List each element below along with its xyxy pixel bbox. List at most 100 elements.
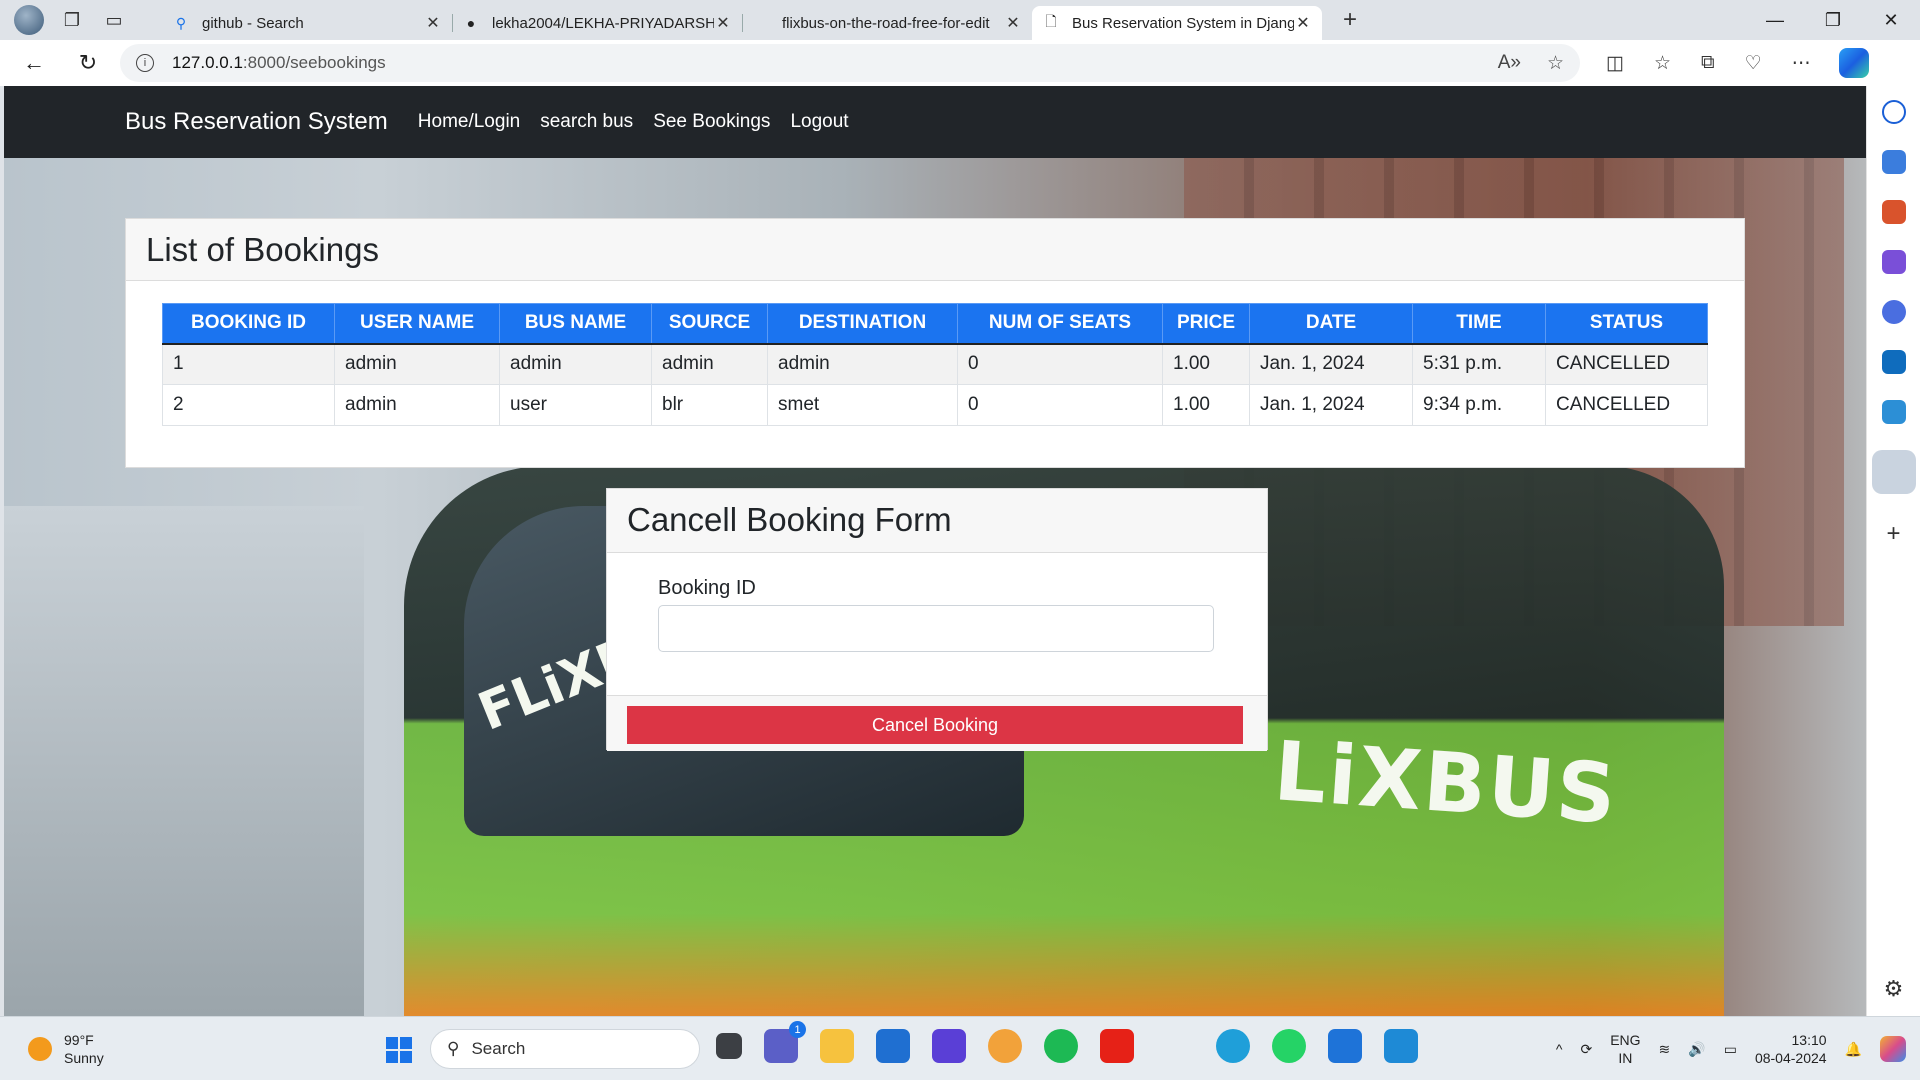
refresh-icon[interactable]: ↻ — [68, 43, 108, 83]
cell-source: blr — [651, 384, 768, 426]
region-code: IN — [1618, 1050, 1633, 1066]
sidebar-drop-icon[interactable] — [1871, 450, 1916, 494]
cell-booking-id: 2 — [162, 384, 335, 426]
language-indicator[interactable]: ENG IN — [1610, 1031, 1640, 1067]
site-navbar: Bus Reservation System Home/Login search… — [4, 86, 1866, 158]
column-header: PRICE — [1162, 303, 1250, 345]
sidebar-shopping-icon[interactable] — [1881, 150, 1906, 174]
sidebar-settings-icon[interactable]: ⚙ — [1884, 976, 1904, 1002]
new-tab-icon[interactable]: + — [1330, 6, 1370, 34]
clock-date: 08-04-2024 — [1754, 1050, 1827, 1066]
cell-status: CANCELLED — [1545, 384, 1708, 426]
taskbar-search-label: Search — [471, 1039, 526, 1058]
sidebar-outlook-icon[interactable] — [1881, 350, 1906, 374]
split-screen-icon[interactable]: ◫ — [1606, 52, 1624, 75]
tab-actions-icon[interactable]: ▭ — [100, 6, 128, 34]
column-header: STATUS — [1545, 303, 1708, 345]
image-icon — [752, 14, 770, 32]
sidebar-search-icon[interactable] — [1881, 100, 1906, 124]
taskbar-search[interactable]: ⚲ Search — [430, 1029, 700, 1069]
bookings-title: List of Bookings — [126, 219, 1744, 281]
pinned-apps: 1 — [716, 1021, 1418, 1063]
background-building-left — [4, 506, 364, 1016]
close-tab-icon[interactable]: ✕ — [1294, 13, 1312, 33]
favorite-star-icon[interactable]: ☆ — [1547, 52, 1564, 75]
profile-avatar[interactable] — [14, 5, 44, 35]
browser-essentials-icon[interactable]: ♡ — [1745, 52, 1762, 75]
collections-icon[interactable]: ⧉ — [1701, 52, 1715, 75]
nav-link-home-login[interactable]: Home/Login — [418, 111, 520, 133]
workspaces-icon[interactable]: ❐ — [58, 6, 86, 34]
mail-icon[interactable] — [1328, 1029, 1362, 1063]
microsoft-store-icon[interactable] — [876, 1029, 910, 1063]
task-view-icon[interactable] — [716, 1033, 742, 1059]
cancel-form-body: Booking ID — [607, 553, 1267, 695]
site-brand[interactable]: Bus Reservation System — [125, 108, 388, 136]
browser-tab-github-repo[interactable]: ● lekha2004/LEKHA-PRIYADARSHINI ✕ — [452, 6, 742, 40]
wifi-icon[interactable]: ≋ — [1659, 1041, 1671, 1058]
site-info-icon[interactable]: i — [136, 54, 154, 72]
sidebar-games-icon[interactable] — [1881, 250, 1906, 274]
sidebar-tools-icon[interactable] — [1881, 200, 1906, 224]
close-window-icon[interactable]: ✕ — [1862, 10, 1920, 31]
sync-icon[interactable]: ⟳ — [1580, 1041, 1592, 1058]
cell-price: 1.00 — [1162, 343, 1250, 385]
tab-title: flixbus-on-the-road-free-for-edit — [782, 14, 990, 32]
weather-widget[interactable]: 99°F Sunny — [28, 1031, 104, 1067]
teams-icon[interactable]: 1 — [764, 1021, 806, 1063]
sidebar-microsoft365-icon[interactable] — [1881, 300, 1906, 324]
windows-start-icon[interactable] — [386, 1037, 412, 1063]
cell-source: admin — [651, 343, 768, 385]
favorites-icon[interactable]: ☆ — [1654, 52, 1671, 75]
read-aloud-icon[interactable]: A» — [1498, 52, 1521, 75]
youtube-icon[interactable] — [1100, 1029, 1134, 1063]
browser-tab-github-search[interactable]: ⚲ github - Search ✕ — [162, 6, 452, 40]
brave-browser-icon[interactable] — [988, 1029, 1022, 1063]
minimize-icon[interactable]: — — [1746, 10, 1804, 31]
nav-link-search-bus[interactable]: search bus — [540, 111, 633, 133]
cell-bus-name: admin — [499, 343, 652, 385]
cancel-form-footer: Cancel Booking — [607, 695, 1267, 751]
cell-num-seats: 0 — [957, 343, 1163, 385]
battery-icon[interactable]: ▭ — [1724, 1041, 1737, 1058]
more-options-icon[interactable]: ⋯ — [1792, 52, 1811, 75]
spotify-icon[interactable] — [1044, 1029, 1078, 1063]
cell-bus-name: user — [499, 384, 652, 426]
language-code: ENG — [1610, 1032, 1641, 1048]
copilot-icon[interactable] — [1838, 48, 1869, 78]
whatsapp-icon[interactable] — [1272, 1029, 1306, 1063]
back-icon[interactable]: ← — [14, 43, 54, 83]
close-tab-icon[interactable]: ✕ — [1004, 13, 1022, 33]
sun-icon — [28, 1036, 52, 1061]
url-bar[interactable]: i 127.0.0.1:8000/seebookings A» ☆ — [120, 44, 1580, 82]
sidebar-add-icon[interactable]: + — [1886, 520, 1900, 548]
math-app-icon[interactable] — [932, 1029, 966, 1063]
browser-tab-flixbus-image[interactable]: flixbus-on-the-road-free-for-edit ✕ — [742, 6, 1032, 40]
nav-link-see-bookings[interactable]: See Bookings — [653, 111, 770, 133]
chevron-up-icon[interactable]: ^ — [1556, 1041, 1563, 1057]
windows-taskbar: 99°F Sunny ⚲ Search 1 ^ ⟳ ENG IN ≋ 🔊 ▭ 1… — [0, 1016, 1920, 1080]
copilot-taskbar-icon[interactable] — [1880, 1036, 1906, 1062]
github-icon: ● — [466, 15, 476, 31]
browser-sidebar: + ⚙ — [1866, 86, 1920, 1016]
vscode-icon[interactable] — [1384, 1029, 1418, 1063]
file-explorer-icon[interactable] — [820, 1029, 854, 1063]
cancel-booking-button[interactable]: Cancel Booking — [627, 706, 1243, 744]
bookings-card: List of Bookings BOOKING ID USER NAME BU… — [125, 218, 1745, 468]
url-host: 127.0.0.1 — [172, 53, 243, 72]
nav-link-logout[interactable]: Logout — [790, 111, 848, 133]
cell-price: 1.00 — [1162, 384, 1250, 426]
clock[interactable]: 13:10 08-04-2024 — [1755, 1031, 1827, 1067]
cell-booking-id: 1 — [162, 343, 335, 385]
column-header: USER NAME — [334, 303, 500, 345]
table-header-row: BOOKING ID USER NAME BUS NAME SOURCE DES… — [162, 303, 1708, 345]
edge-browser-icon[interactable] — [1216, 1029, 1250, 1063]
volume-icon[interactable]: 🔊 — [1688, 1041, 1705, 1058]
sidebar-send-icon[interactable] — [1881, 400, 1906, 424]
restore-icon[interactable]: ❐ — [1804, 10, 1862, 31]
close-tab-icon[interactable]: ✕ — [714, 13, 732, 33]
notifications-bell-icon[interactable]: 🔔 — [1845, 1041, 1862, 1058]
close-tab-icon[interactable]: ✕ — [424, 13, 442, 33]
browser-tab-bus-reservation[interactable]: 🗋 Bus Reservation System in Django ✕ — [1032, 6, 1322, 40]
booking-id-input[interactable] — [658, 605, 1214, 652]
